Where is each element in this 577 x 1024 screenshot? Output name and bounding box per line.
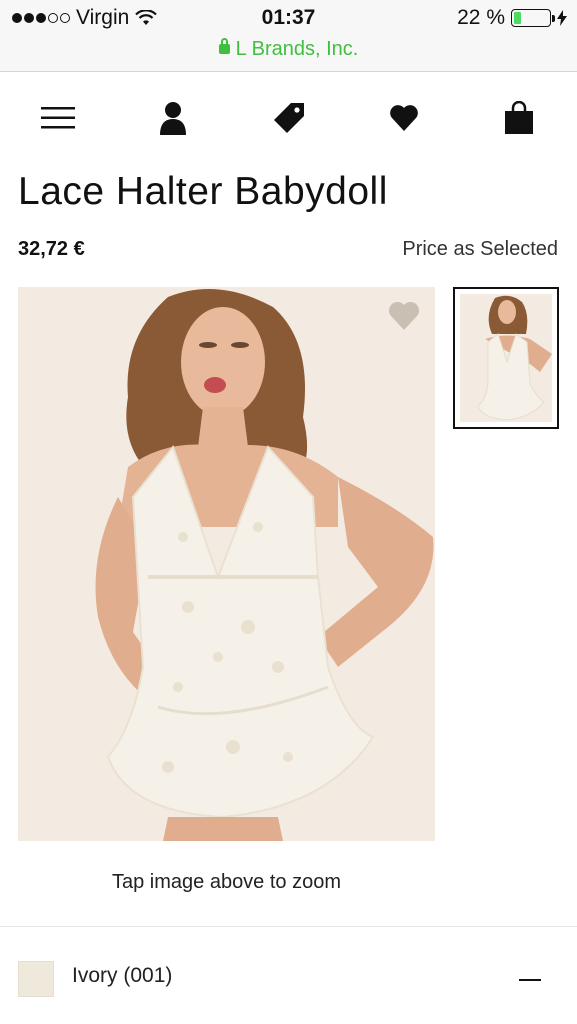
zoom-hint: Tap image above to zoom	[111, 871, 342, 893]
tag-icon[interactable]	[271, 100, 307, 136]
url-bar[interactable]: L Brands, Inc.	[0, 38, 577, 61]
model-photo	[18, 287, 435, 841]
url-text: L Brands, Inc.	[235, 38, 359, 60]
product-title: Lace Halter Babydoll	[18, 170, 388, 213]
shopping-bag-icon[interactable]	[501, 100, 537, 136]
battery-icon	[511, 9, 555, 27]
thumbnail-image	[460, 294, 552, 422]
divider	[0, 926, 577, 927]
lock-icon	[218, 38, 230, 54]
battery-info: 22 %	[457, 6, 567, 30]
battery-percent: 22 %	[457, 6, 505, 29]
charging-icon	[557, 10, 567, 26]
color-option-row[interactable]: Ivory (001)	[0, 944, 577, 1008]
status-bar: Virgin 01:37 22 % L Brands, Inc.	[0, 0, 577, 72]
collapse-icon[interactable]	[519, 979, 541, 981]
menu-icon[interactable]	[40, 100, 76, 136]
product-price: 32,72 €	[18, 238, 85, 260]
add-to-wishlist-heart-icon[interactable]	[387, 299, 421, 333]
color-option-label: Ivory (001)	[72, 964, 173, 987]
heart-icon[interactable]	[386, 100, 422, 136]
color-swatch[interactable]	[18, 961, 54, 997]
price-note: Price as Selected	[402, 238, 558, 260]
account-icon[interactable]	[155, 100, 191, 136]
top-nav	[0, 88, 577, 148]
product-main-image[interactable]	[18, 287, 435, 841]
product-thumbnail[interactable]	[453, 287, 559, 429]
